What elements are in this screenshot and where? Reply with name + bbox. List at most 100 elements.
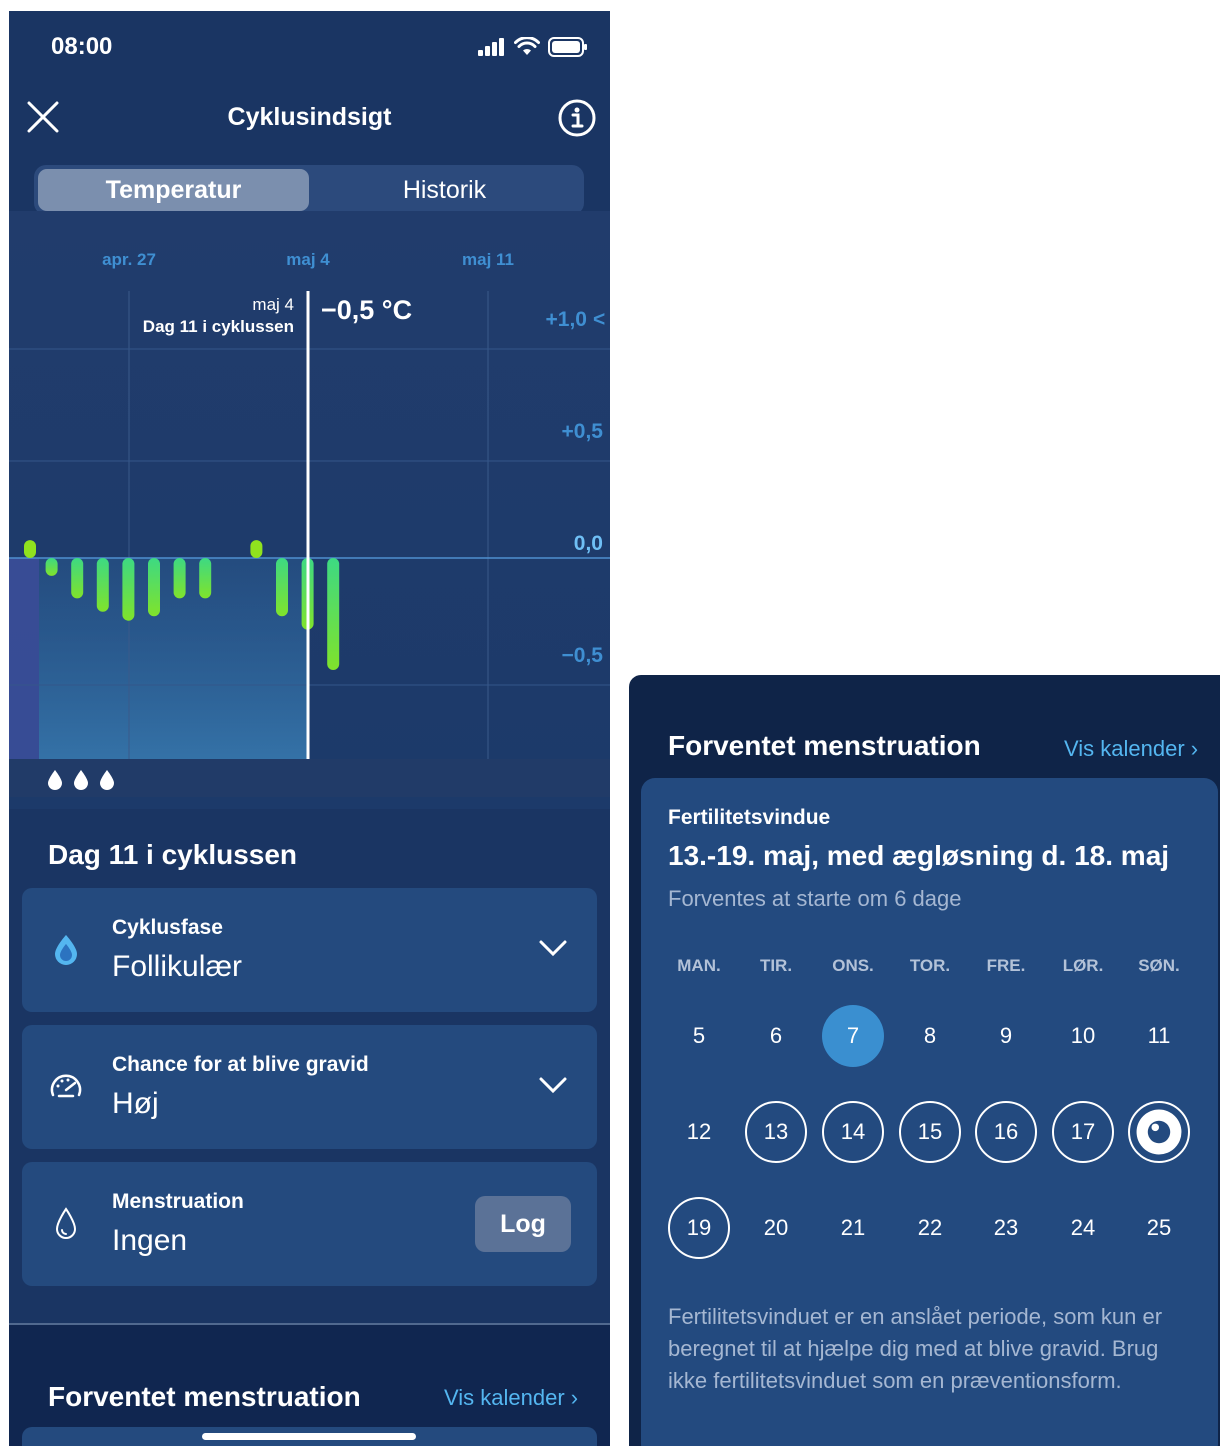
battery-icon [548, 37, 587, 57]
expected-menstruation-section: Forventet menstruation Vis kalender › [9, 1325, 610, 1446]
pregnancy-chance-value: Høj [112, 1087, 159, 1120]
scroll-arrow-icon: < [593, 308, 605, 331]
fertility-window-card: Fertilitetsvindue 13.-19. maj, med ægløs… [641, 778, 1218, 1446]
calendar-day-fertile[interactable]: 17 [1052, 1101, 1114, 1163]
calendar-day[interactable]: 9 [975, 1005, 1037, 1067]
weekday-label: TOR. [909, 956, 951, 975]
calendar-day[interactable]: 10 [1052, 1005, 1114, 1067]
tab-historik[interactable]: Historik [309, 169, 580, 211]
calendar-day-today[interactable]: 7 [822, 1005, 884, 1067]
temperature-bar [173, 558, 186, 599]
show-calendar-link[interactable]: Vis kalender › [444, 1385, 578, 1411]
cursor-date: maj 4 [252, 295, 294, 314]
home-indicator[interactable] [202, 1433, 416, 1440]
info-icon[interactable] [557, 98, 597, 138]
section-title: Forventet menstruation [668, 730, 981, 761]
temperature-bar [96, 558, 109, 612]
calendar-day[interactable]: 21 [822, 1197, 884, 1259]
x-tick-label: maj 11 [462, 250, 514, 269]
chevron-right-icon: › [1190, 736, 1199, 761]
cursor-cycle-day: Dag 11 i cyklussen [143, 317, 294, 336]
cycle-phase-value: Follikulær [112, 950, 243, 983]
temperature-bar [71, 558, 84, 599]
show-calendar-link-label: Vis kalender [1064, 736, 1185, 761]
fertility-window-subtitle: Forventes at starte om 6 dage [668, 886, 962, 911]
phone-screen: 08:00 Cyklusindsigt Temperatur Historik [9, 11, 610, 1446]
weekday-label: SØN. [1138, 956, 1180, 975]
cycle-day-heading: Dag 11 i cyklussen [48, 839, 298, 870]
wifi-icon [514, 37, 540, 55]
temperature-bar [148, 558, 160, 617]
cursor-value: −0,5 °C [321, 295, 412, 325]
show-calendar-link-label: Vis kalender [444, 1385, 565, 1410]
temperature-bar [327, 558, 340, 670]
calendar-day[interactable]: 8 [899, 1005, 961, 1067]
weekday-label: TIR. [759, 956, 793, 975]
section-title: Forventet menstruation [48, 1381, 361, 1412]
y-tick-label: +0,5 [562, 420, 604, 443]
calendar-day[interactable]: 6 [745, 1005, 807, 1067]
calendar-day-fertile[interactable]: 14 [822, 1101, 884, 1163]
calendar-day[interactable]: 23 [975, 1197, 1037, 1259]
show-calendar-link[interactable]: Vis kalender › [1064, 736, 1198, 762]
status-icons [478, 37, 588, 57]
calendar-day-fertile[interactable]: 13 [745, 1101, 807, 1163]
temperature-bar [250, 540, 263, 558]
log-button[interactable]: Log [475, 1196, 571, 1252]
calendar-day[interactable]: 5 [668, 1005, 730, 1067]
chevron-right-icon: › [570, 1385, 579, 1410]
chevron-down-icon[interactable] [537, 1073, 569, 1097]
fertility-window-label: Fertilitetsvindue [668, 806, 831, 829]
temperature-bar [276, 558, 288, 617]
calendar-day[interactable]: 24 [1052, 1197, 1114, 1259]
page-title: Cyklusindsigt [227, 103, 392, 131]
speedometer-icon [50, 1074, 82, 1098]
cycle-phase-label: Cyklusfase [112, 916, 223, 939]
cycle-phase-drop-icon [55, 935, 77, 965]
cycle-phase-card[interactable]: Cyklusfase Follikulær [22, 888, 597, 1012]
temperature-bar [122, 558, 135, 621]
temperature-bar [45, 558, 58, 576]
chevron-down-icon[interactable] [537, 936, 569, 960]
period-drop-icon [48, 770, 62, 790]
ovulation-day-cell[interactable] [1128, 1101, 1190, 1163]
period-drop-icon [74, 770, 88, 790]
drop-outline-icon [55, 1207, 77, 1239]
calendar-day[interactable]: 25 [1128, 1197, 1190, 1259]
y-tick-label: 0,0 [574, 532, 603, 555]
ovulation-icon [1136, 1109, 1182, 1155]
x-tick-label: apr. 27 [102, 250, 156, 269]
fertility-disclaimer: Fertilitetsvinduet er en anslået periode… [668, 1304, 1163, 1393]
temperature-chart[interactable]: apr. 27 maj 4 maj 11 +1,0 +0,5 0,0 −0,5 < maj 4 D… [9, 211, 610, 809]
calendar-day-fertile[interactable]: 16 [975, 1101, 1037, 1163]
period-drops-row [9, 759, 610, 797]
y-tick-label: +1,0 [546, 308, 587, 331]
weekday-label: LØR. [1062, 956, 1104, 975]
calendar-day[interactable]: 22 [899, 1197, 961, 1259]
menstruation-card: Menstruation Ingen Log [22, 1162, 597, 1286]
weekday-label: FRE. [986, 956, 1026, 975]
temperature-bar [199, 558, 212, 599]
tab-temperatur[interactable]: Temperatur [38, 169, 309, 211]
period-drop-icon [100, 770, 114, 790]
temperature-chart-svg: apr. 27 maj 4 maj 11 +1,0 +0,5 0,0 −0,5 < maj 4 D… [9, 250, 610, 771]
calendar-day[interactable]: 11 [1128, 1005, 1190, 1067]
weekday-label: MAN. [677, 956, 721, 975]
signal-icon [478, 38, 504, 56]
menstruation-value: Ingen [112, 1224, 188, 1257]
weekday-label: ONS. [832, 956, 874, 975]
y-tick-label: −0,5 [562, 644, 604, 667]
pregnancy-chance-card[interactable]: Chance for at blive gravid Høj [22, 1025, 597, 1149]
menstruation-label: Menstruation [112, 1190, 244, 1213]
pregnancy-chance-label: Chance for at blive gravid [112, 1053, 369, 1076]
fertility-window-dates: 13.-19. maj, med ægløsning d. 18. maj [668, 840, 1170, 871]
calendar-day[interactable]: 12 [668, 1101, 730, 1163]
calendar-day[interactable]: 20 [745, 1197, 807, 1259]
calendar-day-fertile[interactable]: 19 [668, 1197, 730, 1259]
segmented-control: Temperatur Historik [34, 165, 584, 215]
period-region [9, 558, 39, 771]
x-tick-label: maj 4 [286, 250, 330, 269]
temperature-bar [24, 540, 36, 558]
calendar-day-fertile[interactable]: 15 [899, 1101, 961, 1163]
status-time: 08:00 [51, 33, 113, 60]
